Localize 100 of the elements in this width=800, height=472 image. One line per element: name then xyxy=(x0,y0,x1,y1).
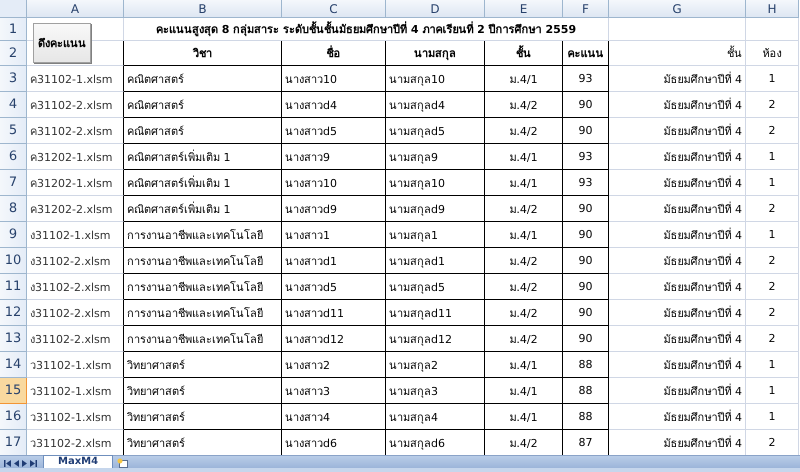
previous-sheet-icon[interactable] xyxy=(14,460,19,467)
column-heading: ชั้น xyxy=(609,41,746,66)
empty-cell xyxy=(746,18,799,41)
table-cell: ว31102-1.xlsm xyxy=(27,352,124,378)
table-cell: ม.4/2 xyxy=(485,300,563,326)
table-cell: 1 xyxy=(746,144,799,170)
table-cell: นางสาวd11 xyxy=(282,300,386,326)
row-header[interactable]: 9 xyxy=(0,222,27,248)
column-header[interactable]: C xyxy=(282,0,386,18)
first-sheet-icon[interactable] xyxy=(4,460,11,467)
column-heading: วิชา xyxy=(124,41,282,66)
table-cell: 2 xyxy=(746,274,799,300)
table-cell: มัธยมศึกษาปีที่ 4 xyxy=(609,248,746,274)
table-cell: นามสกุลd5 xyxy=(386,118,485,144)
table-cell: 88 xyxy=(563,378,609,404)
table-cell: การงานอาชีพและเทคโนโลยี xyxy=(124,274,282,300)
column-header[interactable]: E xyxy=(485,0,563,18)
table-cell: ว31102-1.xlsm xyxy=(27,404,124,430)
table-cell: ง31102-2.xlsm xyxy=(27,326,124,352)
table-cell: ม.4/1 xyxy=(485,222,563,248)
table-cell: ม.4/2 xyxy=(485,92,563,118)
row-header[interactable]: 1 xyxy=(0,18,27,41)
sheet-title: คะแนนสูงสุด 8 กลุ่มสาระ ระดับชั้นชั้นมัธยมศึกษาปีที่ 4 ภาคเรียนที่ 2 ปีการศึกษา 2559 xyxy=(124,18,609,41)
row-header[interactable]: 3 xyxy=(0,66,27,92)
row-header[interactable]: 4 xyxy=(0,92,27,118)
table-cell: วิทยาศาสตร์ xyxy=(124,352,282,378)
table-cell: การงานอาชีพและเทคโนโลยี xyxy=(124,248,282,274)
column-header[interactable]: D xyxy=(386,0,485,18)
row-header[interactable]: 2 xyxy=(0,41,27,66)
row-header[interactable]: 5 xyxy=(0,118,27,144)
table-cell: ม.4/1 xyxy=(485,352,563,378)
column-heading: ห้อง xyxy=(746,41,799,66)
table-cell: นางสาวd1 xyxy=(282,248,386,274)
table-cell: นางสาวd5 xyxy=(282,118,386,144)
row-header[interactable]: 12 xyxy=(0,300,27,326)
column-header[interactable]: F xyxy=(563,0,609,18)
last-sheet-icon[interactable] xyxy=(30,460,37,467)
table-cell: ม.4/2 xyxy=(485,118,563,144)
table-cell: 90 xyxy=(563,118,609,144)
sheet-tab[interactable]: MaxM4 xyxy=(43,455,114,468)
column-header[interactable]: H xyxy=(746,0,799,18)
table-cell: นางสาว2 xyxy=(282,352,386,378)
table-cell: นางสาวd4 xyxy=(282,92,386,118)
table-cell: นามสกุล3 xyxy=(386,378,485,404)
table-cell: 90 xyxy=(563,248,609,274)
next-sheet-icon[interactable] xyxy=(22,460,27,467)
table-cell: นามสกุล9 xyxy=(386,144,485,170)
table-cell: นามสกุลd5 xyxy=(386,274,485,300)
table-cell: ง31102-2.xlsm xyxy=(27,300,124,326)
column-header[interactable]: B xyxy=(124,0,282,18)
table-cell: ม.4/1 xyxy=(485,170,563,196)
table-cell: ค31102-2.xlsm xyxy=(27,118,124,144)
row-header[interactable]: 6 xyxy=(0,144,27,170)
table-cell: 2 xyxy=(746,196,799,222)
row-header[interactable]: 14 xyxy=(0,352,27,378)
column-header[interactable]: A xyxy=(27,0,124,18)
table-cell: ม.4/1 xyxy=(485,378,563,404)
table-cell: นามสกุลd1 xyxy=(386,248,485,274)
row-header[interactable]: 10 xyxy=(0,248,27,274)
table-cell: 90 xyxy=(563,196,609,222)
table-cell: 90 xyxy=(563,222,609,248)
table-cell: นางสาวd12 xyxy=(282,326,386,352)
table-cell: 1 xyxy=(746,352,799,378)
row-header[interactable]: 16 xyxy=(0,404,27,430)
table-cell: มัธยมศึกษาปีที่ 4 xyxy=(609,404,746,430)
table-cell: นางสาว10 xyxy=(282,170,386,196)
table-cell: มัธยมศึกษาปีที่ 4 xyxy=(609,274,746,300)
column-heading: นามสกุล xyxy=(386,41,485,66)
table-cell: นามสกุล1 xyxy=(386,222,485,248)
column-heading: คะแนน xyxy=(563,41,609,66)
table-cell: มัธยมศึกษาปีที่ 4 xyxy=(609,118,746,144)
table-cell: ม.4/1 xyxy=(485,66,563,92)
table-cell: มัธยมศึกษาปีที่ 4 xyxy=(609,92,746,118)
table-cell: 1 xyxy=(746,66,799,92)
table-cell: นางสาว10 xyxy=(282,66,386,92)
table-cell: ง31102-2.xlsm xyxy=(27,248,124,274)
column-heading: ชั้น xyxy=(485,41,563,66)
table-cell: 90 xyxy=(563,92,609,118)
row-header[interactable]: 15 xyxy=(0,378,27,404)
table-cell: นามสกุล4 xyxy=(386,404,485,430)
row-header[interactable]: 11 xyxy=(0,274,27,300)
table-cell: การงานอาชีพและเทคโนโลยี xyxy=(124,300,282,326)
row-header[interactable]: 17 xyxy=(0,430,27,455)
fetch-scores-button[interactable]: ดึงคะแนน xyxy=(33,23,91,63)
table-cell: นางสาว9 xyxy=(282,144,386,170)
row-header[interactable]: 7 xyxy=(0,170,27,196)
table-cell: 1 xyxy=(746,222,799,248)
row-header[interactable]: 13 xyxy=(0,326,27,352)
column-header[interactable]: G xyxy=(609,0,746,18)
new-sheet-icon[interactable] xyxy=(117,458,130,468)
table-cell: ม.4/2 xyxy=(485,248,563,274)
row-header[interactable]: 8 xyxy=(0,196,27,222)
table-cell: ค31102-2.xlsm xyxy=(27,92,124,118)
table-cell: มัธยมศึกษาปีที่ 4 xyxy=(609,378,746,404)
table-cell: ม.4/1 xyxy=(485,144,563,170)
table-cell: มัธยมศึกษาปีที่ 4 xyxy=(609,352,746,378)
table-cell: มัธยมศึกษาปีที่ 4 xyxy=(609,66,746,92)
table-cell: ค31202-2.xlsm xyxy=(27,196,124,222)
table-cell: นางสาว4 xyxy=(282,404,386,430)
table-cell: นามสกุลd11 xyxy=(386,300,485,326)
